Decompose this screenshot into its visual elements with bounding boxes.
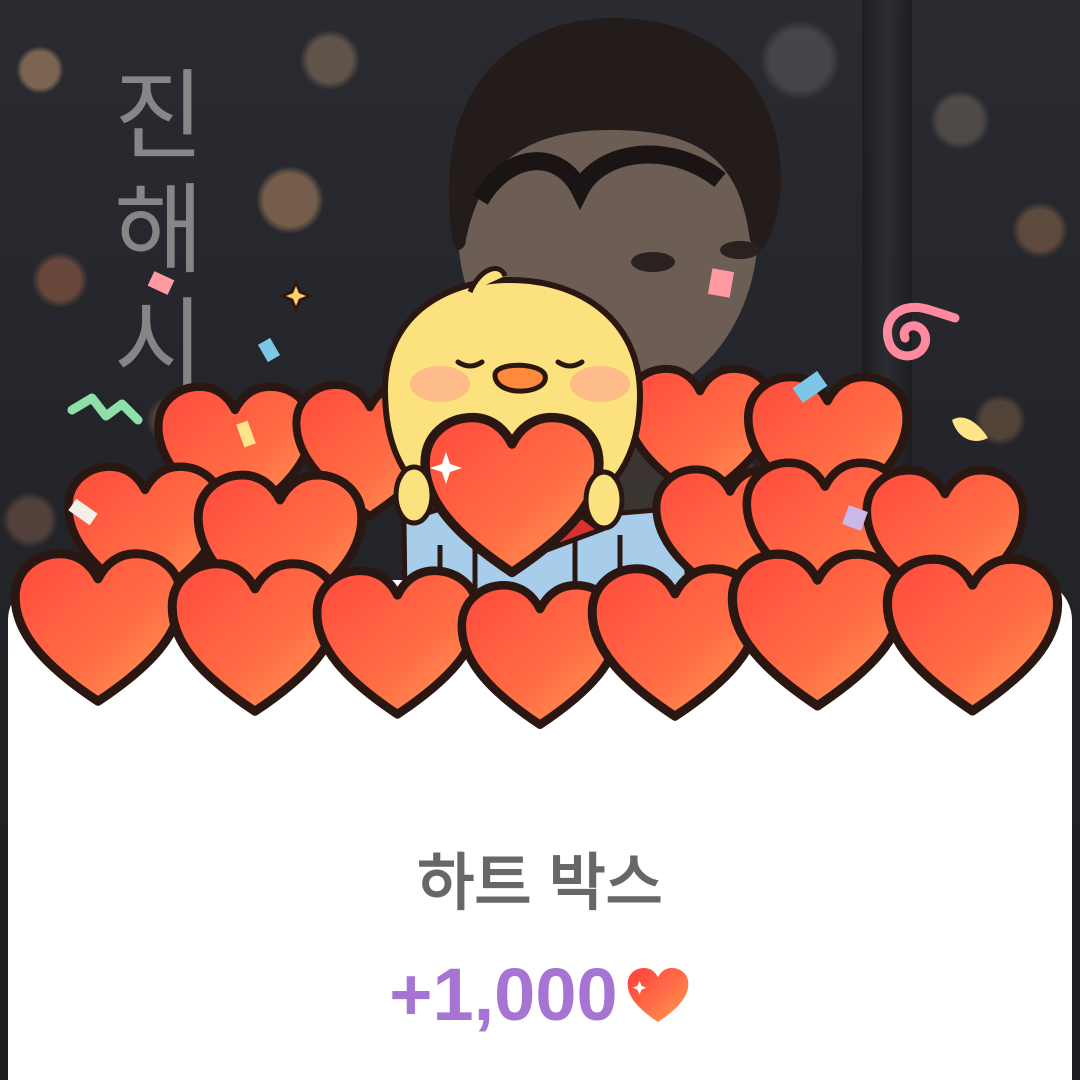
heart-box-illustration (0, 266, 1080, 750)
heart-decoration (317, 571, 478, 715)
reward-value: +1,000 (0, 952, 1080, 1037)
reward-amount: +1,000 (389, 953, 618, 1036)
heart-decoration (732, 554, 902, 706)
heart-decoration (172, 564, 338, 712)
heart-decoration (15, 554, 181, 702)
reward-title: 하트 박스 (417, 849, 663, 918)
reward-popup-screen: 진 해 시 하트 박스 +1,000 (0, 0, 1080, 1080)
heart-decoration (887, 559, 1057, 711)
heart-icon (627, 967, 689, 1022)
